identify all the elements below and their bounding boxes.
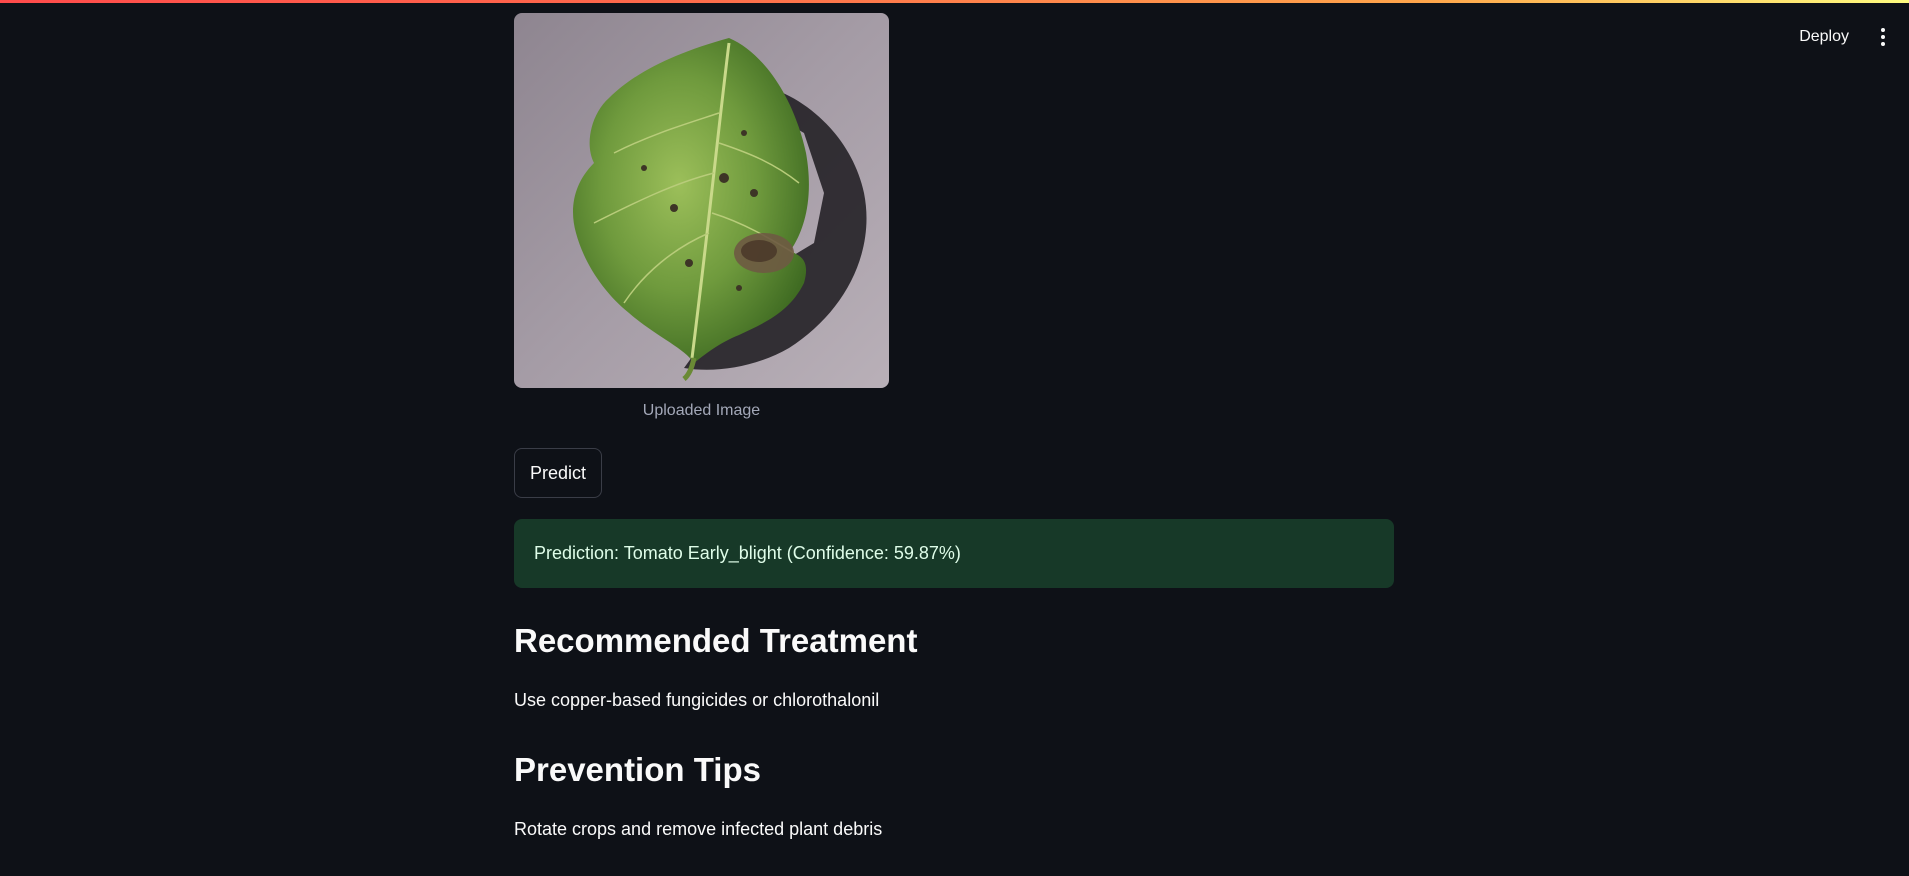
prevention-text: Rotate crops and remove infected plant d… (514, 819, 883, 839)
uploaded-image-block: Uploaded Image (514, 13, 889, 420)
top-decoration-bar (0, 0, 1909, 3)
more-vertical-icon[interactable] (1871, 23, 1895, 51)
image-caption: Uploaded Image (642, 402, 761, 419)
treatment-text: Use copper-based fungicides or chlorotha… (514, 690, 880, 710)
prediction-text: Prediction: Tomato Early_blight (Confide… (534, 543, 961, 563)
deploy-button[interactable]: Deploy (1791, 22, 1857, 52)
treatment-heading: Recommended Treatment (514, 622, 918, 659)
header-toolbar: Deploy (1791, 22, 1895, 52)
predict-button[interactable]: Predict (514, 448, 603, 498)
prediction-success-alert: Prediction: Tomato Early_blight (Confide… (514, 519, 1394, 588)
uploaded-leaf-image (514, 13, 889, 388)
prevention-heading: Prevention Tips (514, 751, 761, 788)
